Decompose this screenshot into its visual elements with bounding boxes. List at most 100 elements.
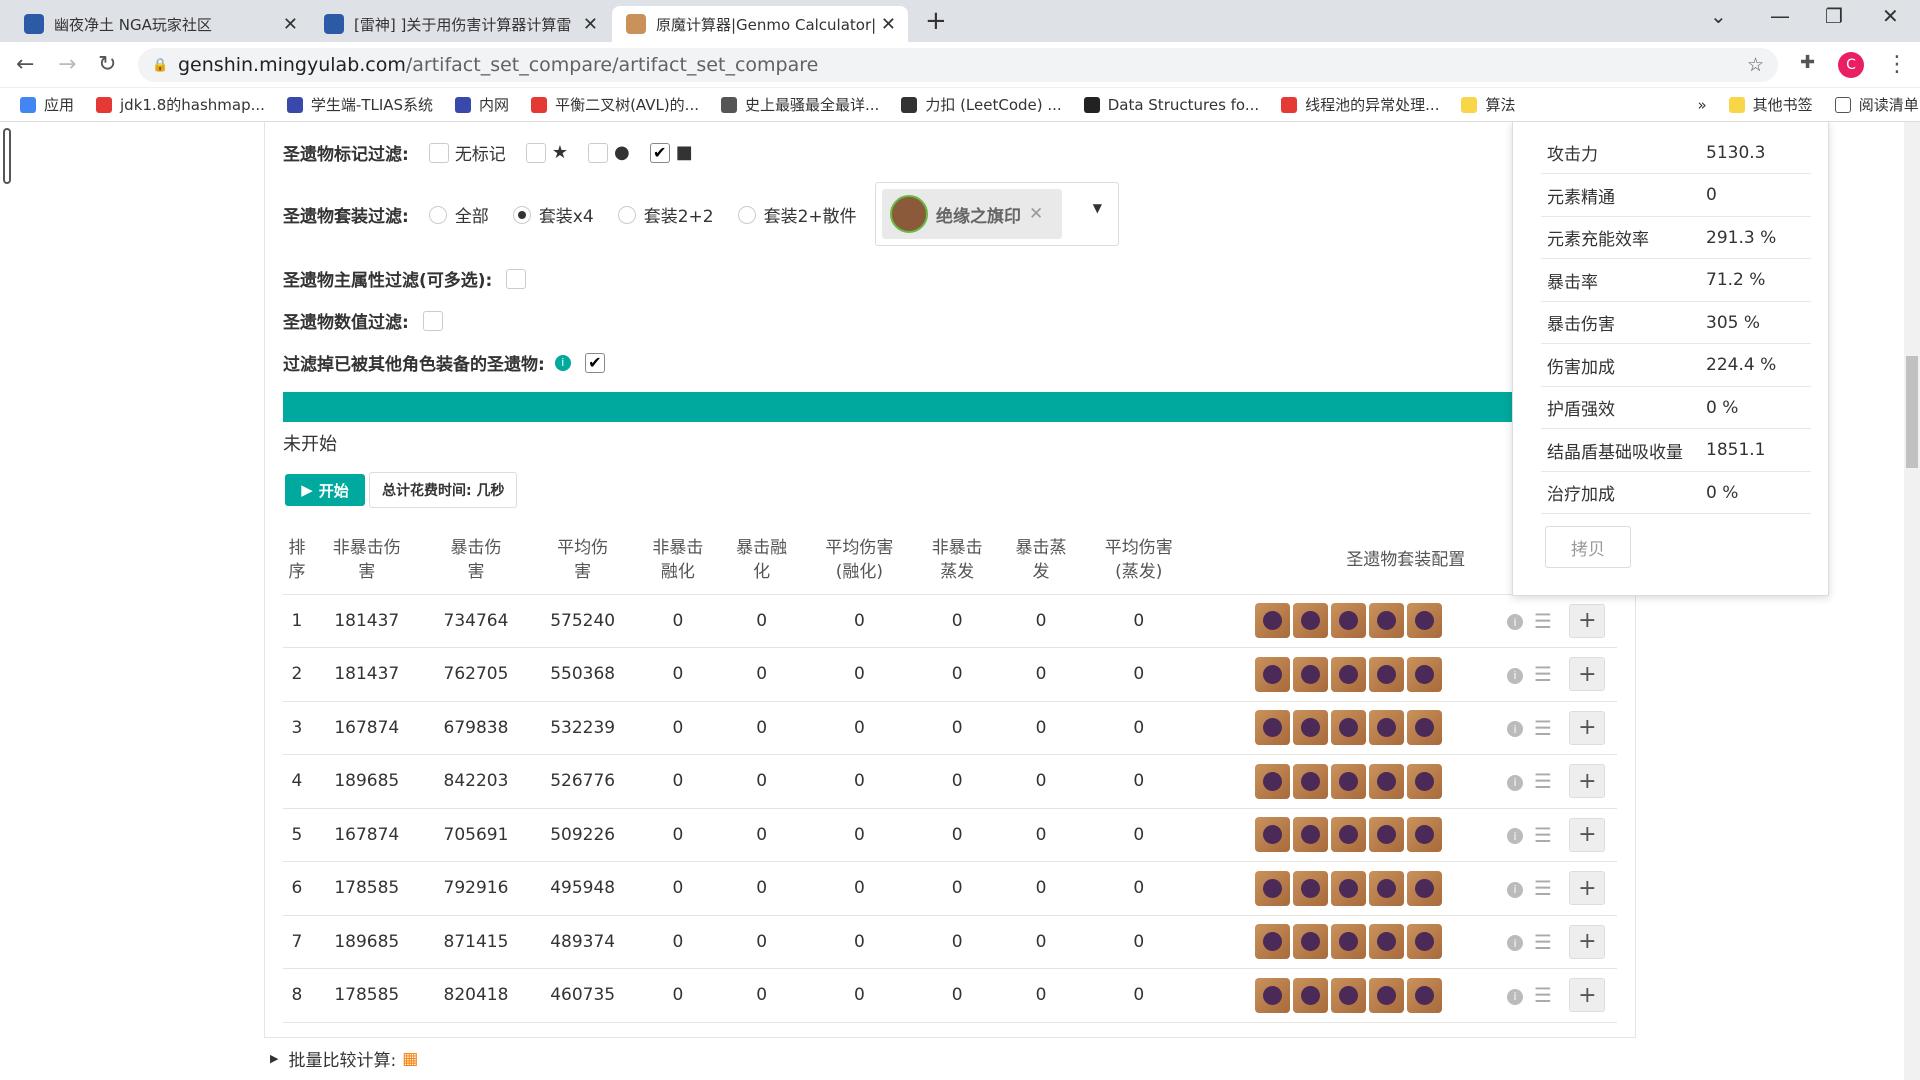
bookmark-item[interactable]: Data Structures fo... — [1083, 96, 1259, 114]
artifact-goblet-icon[interactable] — [1368, 924, 1404, 960]
artifact-plume-icon[interactable] — [1292, 603, 1328, 639]
artifact-flower-icon[interactable] — [1254, 710, 1290, 746]
info-icon[interactable]: i — [1507, 614, 1524, 631]
info-icon[interactable]: i — [1507, 935, 1524, 952]
artifact-sands-icon[interactable] — [1330, 603, 1366, 639]
bookmark-item[interactable]: 线程池的异常处理... — [1281, 94, 1439, 115]
list-icon[interactable]: ☰ — [1534, 983, 1552, 1007]
artifact-flower-icon[interactable] — [1254, 656, 1290, 692]
equipped-filter-checkbox[interactable]: ✔ — [584, 352, 605, 373]
mark-none-checkbox[interactable] — [428, 142, 449, 163]
artifact-circlet-icon[interactable] — [1406, 603, 1442, 639]
artifact-circlet-icon[interactable] — [1406, 763, 1442, 799]
scroll-thumb[interactable] — [1906, 356, 1918, 468]
artifact-circlet-icon[interactable] — [1406, 656, 1442, 692]
info-icon[interactable]: i — [1507, 828, 1524, 845]
set-2plus2-radio[interactable] — [617, 205, 636, 224]
artifact-flower-icon[interactable] — [1254, 763, 1290, 799]
start-button[interactable]: ▶ 开始 — [285, 474, 365, 506]
maximize-icon[interactable]: ❐ — [1825, 4, 1843, 28]
artifact-goblet-icon[interactable] — [1368, 603, 1404, 639]
artifact-sands-icon[interactable] — [1330, 656, 1366, 692]
bookmark-item[interactable]: 力扣 (LeetCode) ... — [901, 94, 1062, 115]
bookmark-folder[interactable]: 算法 — [1461, 94, 1515, 115]
mark-square-checkbox[interactable]: ✔ — [649, 142, 670, 163]
artifact-goblet-icon[interactable] — [1368, 710, 1404, 746]
add-button[interactable]: + — [1569, 603, 1606, 638]
new-tab-icon[interactable]: + — [925, 6, 947, 36]
address-bar[interactable]: 🔒 genshin.mingyulab.com/artifact_set_com… — [138, 48, 1778, 82]
list-icon[interactable]: ☰ — [1534, 716, 1552, 740]
value-filter-checkbox[interactable] — [422, 310, 443, 331]
reload-icon[interactable]: ↻ — [98, 52, 116, 77]
add-button[interactable]: + — [1569, 978, 1606, 1013]
total-time-button[interactable]: 总计花费时间: 几秒 — [369, 472, 518, 508]
artifact-goblet-icon[interactable] — [1368, 763, 1404, 799]
info-icon[interactable]: i — [1507, 881, 1524, 898]
list-icon[interactable]: ☰ — [1534, 876, 1552, 900]
add-button[interactable]: + — [1569, 764, 1606, 799]
chip-remove-icon[interactable]: ✕ — [1029, 204, 1043, 224]
window-close-icon[interactable]: ✕ — [1882, 4, 1899, 28]
list-icon[interactable]: ☰ — [1534, 662, 1552, 686]
artifact-sands-icon[interactable] — [1330, 870, 1366, 906]
bookmark-item[interactable]: 史上最骚最全最详... — [721, 94, 879, 115]
info-icon[interactable]: i — [1507, 774, 1524, 791]
artifact-flower-icon[interactable] — [1254, 817, 1290, 853]
forward-icon[interactable]: → — [58, 52, 76, 77]
set-all-radio[interactable] — [428, 205, 447, 224]
artifact-sands-icon[interactable] — [1330, 710, 1366, 746]
artifact-flower-icon[interactable] — [1254, 603, 1290, 639]
artifact-goblet-icon[interactable] — [1368, 656, 1404, 692]
bookmark-star-icon[interactable]: ☆ — [1747, 54, 1764, 76]
tab-search-icon[interactable]: ⌄ — [1710, 4, 1727, 28]
scrollbar[interactable] — [1904, 122, 1920, 1080]
artifact-flower-icon[interactable] — [1254, 977, 1290, 1013]
artifact-plume-icon[interactable] — [1292, 763, 1328, 799]
info-icon[interactable]: i — [1507, 988, 1524, 1005]
artifact-plume-icon[interactable] — [1292, 710, 1328, 746]
back-icon[interactable]: ← — [16, 52, 34, 77]
tab-nga[interactable]: 幽夜净土 NGA玩家社区 ✕ — [10, 6, 310, 42]
artifact-circlet-icon[interactable] — [1406, 817, 1442, 853]
info-icon[interactable]: i — [554, 354, 571, 371]
set-select[interactable]: 绝缘之旗印 ✕ ▼ — [875, 182, 1119, 246]
artifact-plume-icon[interactable] — [1292, 977, 1328, 1013]
list-icon[interactable]: ☰ — [1534, 609, 1552, 633]
mark-star-checkbox[interactable] — [525, 142, 546, 163]
list-icon[interactable]: ☰ — [1534, 769, 1552, 793]
artifact-circlet-icon[interactable] — [1406, 977, 1442, 1013]
close-icon[interactable]: ✕ — [583, 14, 598, 35]
artifact-goblet-icon[interactable] — [1368, 817, 1404, 853]
artifact-circlet-icon[interactable] — [1406, 924, 1442, 960]
bookmark-item[interactable]: jdk1.8的hashmap... — [96, 94, 265, 115]
add-button[interactable]: + — [1569, 817, 1606, 852]
bookmark-item[interactable]: 平衡二叉树(AVL)的... — [531, 94, 699, 115]
set-x4-radio[interactable] — [512, 205, 531, 224]
artifact-goblet-icon[interactable] — [1368, 977, 1404, 1013]
reading-list[interactable]: 阅读清单 — [1834, 94, 1919, 115]
set-2plus-scatter-radio[interactable] — [737, 205, 756, 224]
info-icon[interactable]: i — [1507, 667, 1524, 684]
artifact-sands-icon[interactable] — [1330, 763, 1366, 799]
artifact-flower-icon[interactable] — [1254, 870, 1290, 906]
copy-button[interactable]: 拷贝 — [1545, 526, 1631, 568]
artifact-plume-icon[interactable] — [1292, 656, 1328, 692]
minimize-icon[interactable]: — — [1770, 4, 1790, 28]
tab-genmo[interactable]: 原魔计算器|Genmo Calculator| ✕ — [612, 6, 908, 42]
list-icon[interactable]: ☰ — [1534, 823, 1552, 847]
add-button[interactable]: + — [1569, 710, 1606, 745]
tab-nga-thread[interactable]: [雷神] ]关于用伤害计算器计算雷 ✕ — [310, 6, 610, 42]
artifact-plume-icon[interactable] — [1292, 924, 1328, 960]
extensions-icon[interactable]: ✚ — [1800, 52, 1815, 73]
drag-handle[interactable] — [3, 128, 11, 184]
artifact-sands-icon[interactable] — [1330, 817, 1366, 853]
add-button[interactable]: + — [1569, 871, 1606, 906]
batch-compare[interactable]: ▶ 批量比较计算: ▦ — [270, 1046, 418, 1072]
artifact-goblet-icon[interactable] — [1368, 870, 1404, 906]
artifact-plume-icon[interactable] — [1292, 870, 1328, 906]
bookmark-folder-other[interactable]: 其他书签 — [1728, 94, 1813, 115]
bookmark-item[interactable]: 学生端-TLIAS系统 — [286, 94, 433, 115]
info-icon[interactable]: i — [1507, 721, 1524, 738]
artifact-plume-icon[interactable] — [1292, 817, 1328, 853]
